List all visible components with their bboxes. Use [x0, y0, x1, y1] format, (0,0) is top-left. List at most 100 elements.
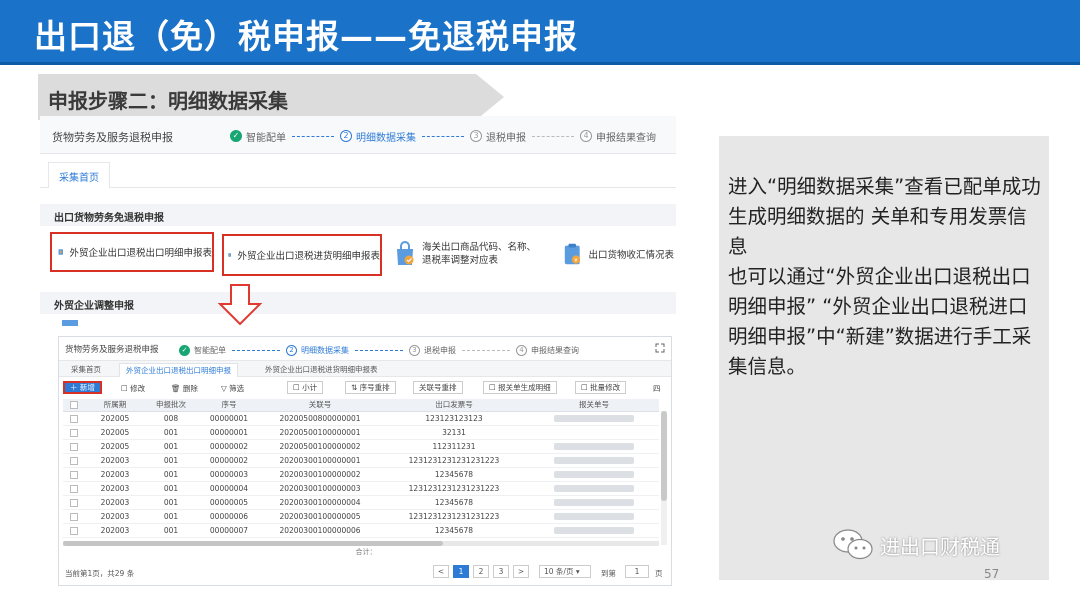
expand-icon[interactable] — [655, 343, 665, 353]
page-size-select[interactable]: 10 条/页 ▾ — [539, 565, 591, 578]
subtotal-button[interactable]: ☐ 小计 — [287, 381, 324, 394]
row-checkbox[interactable] — [70, 470, 78, 479]
bottom-step-1[interactable]: ✓ 智能配单 — [179, 344, 226, 356]
table-cell: 001 — [145, 453, 197, 468]
check-icon: ✓ — [230, 130, 242, 142]
table-row[interactable]: 202005 001 00000002 20200500100000002 11… — [63, 439, 659, 454]
table-cell[interactable] — [63, 523, 85, 538]
edit-button[interactable]: ☐ 修改 — [121, 383, 145, 394]
customs-code-table-link[interactable]: 海关出口商品代码、名称、退税率调整对应表 — [394, 236, 544, 272]
table-cell[interactable] — [63, 481, 85, 496]
related-renumber-button-label: 关联号重排 — [419, 383, 457, 392]
forex-receipt-table-link[interactable]: ¥ 出口货物收汇情况表 — [562, 238, 674, 270]
bottom-step-2[interactable]: 2 明细数据采集 — [286, 344, 349, 356]
bottom-step-4[interactable]: 4 申报结果查询 — [516, 344, 579, 356]
step-connector — [292, 135, 334, 137]
row-checkbox[interactable] — [70, 512, 78, 521]
scrollbar-thumb[interactable] — [661, 411, 667, 501]
table-row[interactable]: 202003 001 00000006 20200300100000005 12… — [63, 509, 659, 524]
more-button[interactable]: 四 — [653, 383, 661, 394]
bottom-step-3-number: 3 — [409, 344, 420, 356]
purchase-detail-report-link[interactable]: 外贸企业出口退税进货明细申报表 — [222, 234, 382, 276]
table-cell: 20200300100000006 — [261, 523, 379, 538]
table-cell: 20200500100000001 — [261, 425, 379, 440]
export-detail-report-link[interactable]: 外贸企业出口退税出口明细申报表 — [50, 232, 214, 272]
top-step-1[interactable]: ✓ 智能配单 — [230, 129, 286, 144]
vertical-scrollbar[interactable] — [661, 411, 667, 545]
bottom-step-3[interactable]: 3 退税申报 — [409, 344, 456, 356]
tab-home[interactable]: 采集首页 — [65, 363, 107, 377]
table-row[interactable]: 202005 001 00000001 20200500100000001 32… — [63, 425, 659, 440]
table-cell: 20200300100000005 — [261, 509, 379, 524]
generate-from-customs-button[interactable]: ☐ 报关单生成明细 — [483, 381, 557, 394]
table-cell: 123123123123 — [379, 411, 529, 426]
top-breadcrumb-title: 货物劳务及服务退税申报 — [52, 131, 173, 144]
table-header-cell[interactable]: 序号 — [197, 399, 261, 412]
table-cell: 1231231231231231223 — [379, 453, 529, 468]
row-checkbox[interactable] — [70, 498, 78, 507]
goto-page-input[interactable]: 1 — [625, 565, 649, 578]
table-cell: 32131 — [379, 425, 529, 440]
table-row[interactable]: 202003 001 00000002 20200300100000001 12… — [63, 453, 659, 468]
table-cell — [529, 439, 659, 454]
renumber-button-label: 序号重排 — [359, 383, 390, 392]
table-row[interactable]: 202003 001 00000007 20200300100000006 12… — [63, 523, 659, 538]
svg-text:¥: ¥ — [574, 258, 578, 264]
table-header-cell[interactable]: 所属期 — [85, 399, 145, 412]
table-header-cell[interactable]: 关联号 — [261, 399, 379, 412]
step-connector — [422, 135, 464, 137]
table-row[interactable]: 202003 001 00000005 20200300100000004 12… — [63, 495, 659, 510]
tab-export-detail[interactable]: 外贸企业出口退税出口明细申报 — [119, 363, 238, 377]
table-cell — [529, 481, 659, 496]
table-cell[interactable] — [63, 425, 85, 440]
row-checkbox[interactable] — [70, 526, 78, 535]
page-button-2[interactable]: 2 — [473, 565, 489, 578]
table-cell[interactable] — [63, 439, 85, 454]
table-cell: 001 — [145, 425, 197, 440]
row-checkbox[interactable] — [70, 484, 78, 493]
table-cell: 202005 — [85, 411, 145, 426]
table-cell — [529, 509, 659, 524]
table-row[interactable]: 202003 001 00000004 20200300100000003 12… — [63, 481, 659, 496]
table-header-cell[interactable] — [63, 399, 85, 412]
table-row[interactable]: 202005 008 00000001 20200500800000001 12… — [63, 411, 659, 426]
row-checkbox[interactable] — [70, 456, 78, 465]
top-step-3[interactable]: 3 退税申报 — [470, 129, 526, 144]
table-cell[interactable] — [63, 509, 85, 524]
select-all-checkbox[interactable] — [70, 401, 78, 410]
table-header-cell[interactable]: 报关单号 — [529, 399, 659, 412]
row-checkbox[interactable] — [70, 428, 78, 437]
top-step-2-label: 明细数据采集 — [356, 132, 416, 144]
row-checkbox[interactable] — [70, 442, 78, 451]
table-cell — [529, 453, 659, 468]
table-cell — [529, 467, 659, 482]
renumber-button[interactable]: ⇅ 序号重排 — [345, 381, 396, 394]
top-step-2[interactable]: 2 明细数据采集 — [340, 129, 416, 144]
tab-purchase-detail[interactable]: 外贸企业出口退税进货明细申报表 — [259, 363, 384, 377]
table-cell[interactable] — [63, 453, 85, 468]
table-cell[interactable] — [63, 467, 85, 482]
top-step-4[interactable]: 4 申报结果查询 — [580, 129, 656, 144]
page-button-3[interactable]: 3 — [493, 565, 509, 578]
next-page-button[interactable]: > — [513, 565, 529, 578]
page-button-1[interactable]: 1 — [453, 565, 469, 578]
row-checkbox[interactable] — [70, 414, 78, 423]
table-cell[interactable] — [63, 411, 85, 426]
horizontal-scrollbar[interactable] — [63, 541, 659, 546]
table-cell[interactable] — [63, 495, 85, 510]
table-row[interactable]: 202003 001 00000003 20200300100000002 12… — [63, 467, 659, 482]
prev-page-button[interactable]: < — [433, 565, 449, 578]
bottom-tabbar: 采集首页 外贸企业出口退税出口明细申报 外贸企业出口退税进货明细申报表 — [59, 361, 671, 377]
tab-home[interactable]: 采集首页 — [48, 162, 110, 188]
scrollbar-thumb[interactable] — [63, 541, 443, 546]
top-step-4-number: 4 — [580, 130, 592, 142]
table-cell: 112311231 — [379, 439, 529, 454]
table-header-cell[interactable]: 出口发票号 — [379, 399, 529, 412]
table-cell: 20200300100000001 — [261, 453, 379, 468]
filter-button[interactable]: ▽ 筛选 — [221, 383, 244, 394]
delete-button[interactable]: 🗑 删除 — [171, 383, 198, 394]
table-header-cell[interactable]: 申报批次 — [145, 399, 197, 412]
related-renumber-button[interactable]: 关联号重排 — [413, 381, 463, 394]
new-button[interactable]: ＋ 新增 — [63, 381, 102, 394]
batch-edit-button[interactable]: ☐ 批量修改 — [575, 381, 627, 394]
